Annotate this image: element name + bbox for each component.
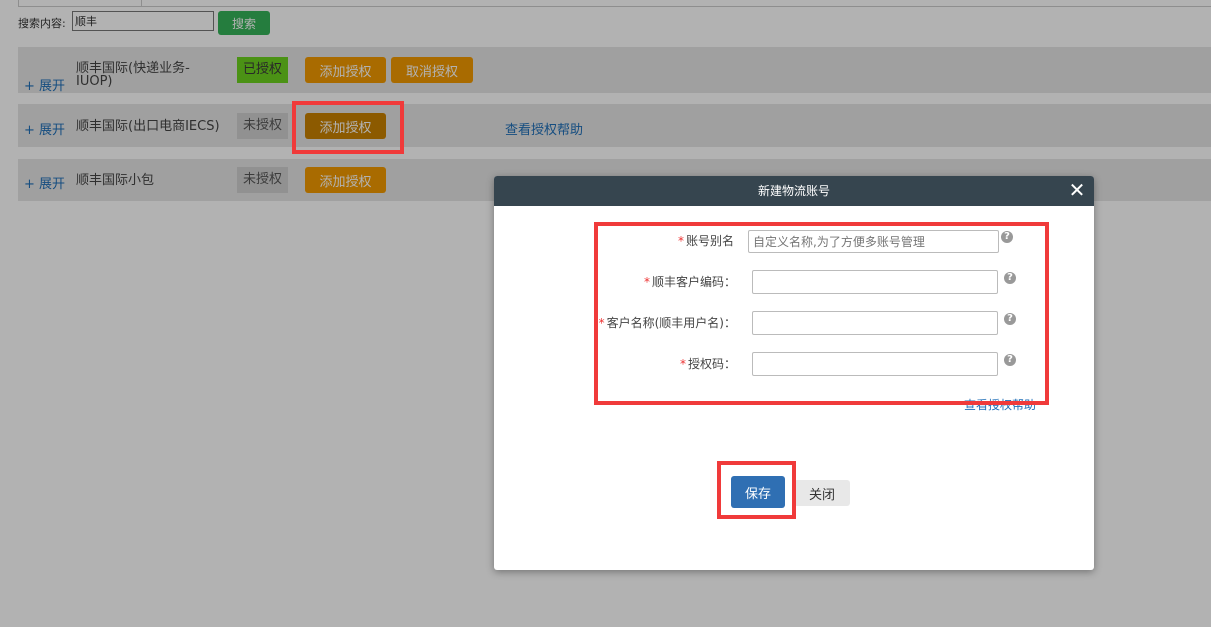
dialog-title: 新建物流账号 [757, 184, 830, 198]
highlight-add-authorization [292, 101, 404, 154]
close-button[interactable]: 关闭 [794, 480, 850, 506]
close-icon[interactable]: ✕ [1066, 179, 1088, 201]
highlight-save-button [717, 461, 796, 519]
highlight-form-fields [594, 222, 1049, 405]
dialog-header: 新建物流账号 ✕ [494, 176, 1094, 206]
